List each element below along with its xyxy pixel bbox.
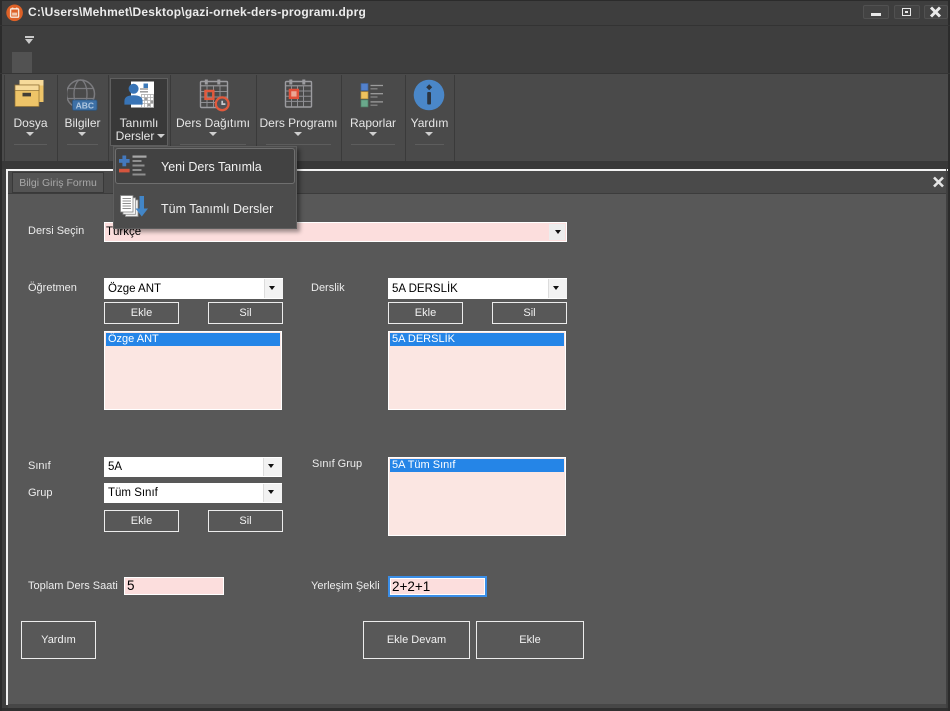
svg-text:ABC: ABC bbox=[76, 100, 94, 110]
